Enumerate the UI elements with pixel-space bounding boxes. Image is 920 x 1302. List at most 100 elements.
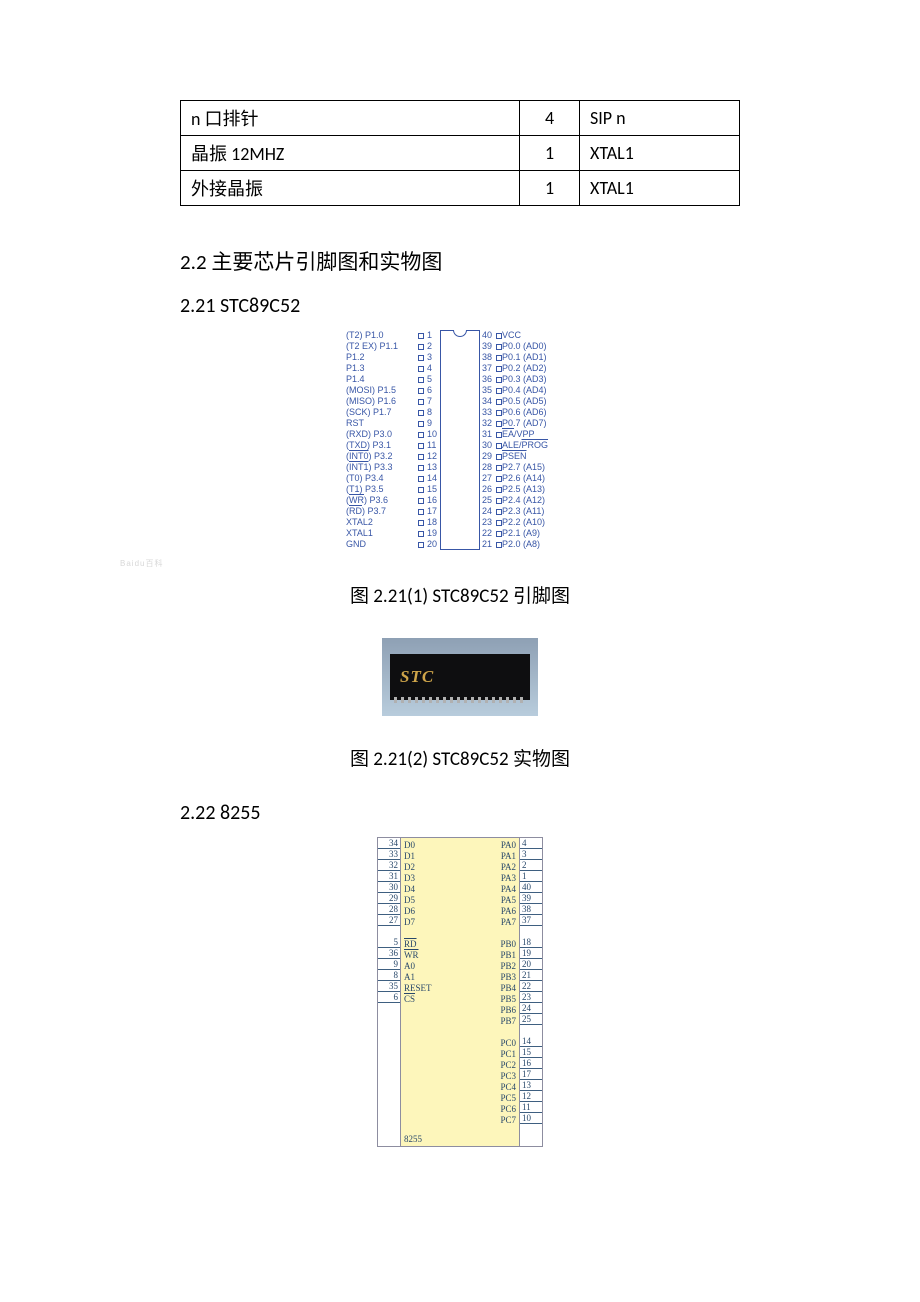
pin-number: 15 xyxy=(520,1047,542,1058)
parts-table: n 口排针4SIP n晶振 12MHZ1XTAL1外接晶振1XTAL1 xyxy=(180,100,740,206)
pin-label: PA4 xyxy=(501,884,516,895)
part-name: 晶振 12MHZ xyxy=(181,136,520,171)
section-2-21-heading: 2.21 STC89C52 xyxy=(180,294,740,318)
pin-label: P0.3 (AD3) xyxy=(502,374,574,385)
stc89c52-photo: STC xyxy=(180,638,740,716)
pin-number: 39 xyxy=(482,341,493,352)
pin-number: 27 xyxy=(482,473,493,484)
pin-label: PA5 xyxy=(501,895,516,906)
pin-number: 37 xyxy=(482,363,493,374)
pin-number: 5 xyxy=(378,937,400,948)
pin-label: PB2 xyxy=(500,961,516,972)
pin-label: PA2 xyxy=(501,862,516,873)
pin-label: XTAL2 xyxy=(346,517,418,528)
pin-label: PB7 xyxy=(500,1016,516,1027)
pin-label: (T2) P1.0 xyxy=(346,330,418,341)
pin-label: (MISO) P1.6 xyxy=(346,396,418,407)
pin-number: 27 xyxy=(378,915,400,926)
pin-label: PSEN xyxy=(502,451,574,462)
pin-label: P0.6 (AD6) xyxy=(502,407,574,418)
pin-number: 3 xyxy=(520,849,542,860)
table-row: 外接晶振1XTAL1 xyxy=(181,171,740,206)
pin-label: PA6 xyxy=(501,906,516,917)
pin-number: 26 xyxy=(482,484,493,495)
pin-label: (INT1) P3.3 xyxy=(346,462,418,473)
pin-label: PC1 xyxy=(500,1049,516,1060)
pin-number: 23 xyxy=(482,517,493,528)
pin-label: PC4 xyxy=(500,1082,516,1093)
section-2-2-heading: 2.2 主要芯片引脚图和实物图 xyxy=(180,246,740,276)
pin-number: 35 xyxy=(378,981,400,992)
part-qty: 1 xyxy=(520,171,580,206)
pin-number: 28 xyxy=(378,904,400,915)
pin-label: D0 xyxy=(404,840,415,851)
pin-label: WR xyxy=(404,950,419,961)
part-name: 外接晶振 xyxy=(181,171,520,206)
pin-label: PC5 xyxy=(500,1093,516,1104)
pin-number: 38 xyxy=(482,352,493,363)
pin-number: 22 xyxy=(520,981,542,992)
pin-label: PC2 xyxy=(500,1060,516,1071)
pin-number: 12 xyxy=(427,451,438,462)
pin-number: 8 xyxy=(378,970,400,981)
pin-number: 16 xyxy=(427,495,438,506)
pin-label: P0.4 (AD4) xyxy=(502,385,574,396)
pin-number: 29 xyxy=(378,893,400,904)
pin-number: 20 xyxy=(427,539,438,550)
pin-number: 25 xyxy=(482,495,493,506)
document-page: n 口排针4SIP n晶振 12MHZ1XTAL1外接晶振1XTAL1 2.2 … xyxy=(0,0,920,1207)
pin-label: D6 xyxy=(404,906,415,917)
pin-number: 9 xyxy=(427,418,438,429)
pin-number: 35 xyxy=(482,385,493,396)
pin-number: 38 xyxy=(520,904,542,915)
pin-label: P1.3 xyxy=(346,363,418,374)
pin-number: 13 xyxy=(520,1080,542,1091)
pin-number: 15 xyxy=(427,484,438,495)
pin-number: 2 xyxy=(520,860,542,871)
pin-label: (WR) P3.6 xyxy=(346,495,418,506)
pin-label: (T2 EX) P1.1 xyxy=(346,341,418,352)
pin-number: 10 xyxy=(427,429,438,440)
part-ref: SIP n xyxy=(580,101,740,136)
pin-label: P0.1 (AD1) xyxy=(502,352,574,363)
pin-number: 6 xyxy=(378,992,400,1003)
table-row: n 口排针4SIP n xyxy=(181,101,740,136)
pin-number: 24 xyxy=(520,1003,542,1014)
pin-number: 19 xyxy=(520,948,542,959)
pin-label: A1 xyxy=(404,972,415,983)
pin-label: P0.0 (AD0) xyxy=(502,341,574,352)
pin-label: PC7 xyxy=(500,1115,516,1126)
pin-number: 9 xyxy=(378,959,400,970)
pin-label: (SCK) P1.7 xyxy=(346,407,418,418)
pin-number: 25 xyxy=(520,1014,542,1025)
pin-number: 18 xyxy=(520,937,542,948)
part-qty: 4 xyxy=(520,101,580,136)
pin-label: RST xyxy=(346,418,418,429)
pin-number: 34 xyxy=(378,838,400,849)
figure-2-21-2-caption: 图 2.21(2) STC89C52 实物图 xyxy=(180,744,740,771)
stc89c52-pinout-diagram: (T2) P1.0(T2 EX) P1.1P1.2P1.3P1.4(MOSI) … xyxy=(180,330,740,550)
pin-number: 30 xyxy=(482,440,493,451)
pin-number: 19 xyxy=(427,528,438,539)
pin-number: 6 xyxy=(427,385,438,396)
section-2-22-heading: 2.22 8255 xyxy=(180,801,740,825)
pin-number: 39 xyxy=(520,893,542,904)
pin-label: A0 xyxy=(404,961,415,972)
pin-label: P1.4 xyxy=(346,374,418,385)
pin-label: (MOSI) P1.5 xyxy=(346,385,418,396)
pin-number: 14 xyxy=(427,473,438,484)
pin-number: 40 xyxy=(520,882,542,893)
pin-number: 37 xyxy=(520,915,542,926)
pin-label: PA1 xyxy=(501,851,516,862)
pin-number: 31 xyxy=(482,429,493,440)
pin-number: 7 xyxy=(427,396,438,407)
pin-number: 1 xyxy=(427,330,438,341)
pin-number: 5 xyxy=(427,374,438,385)
pin-number: 2 xyxy=(427,341,438,352)
pin-number: 11 xyxy=(520,1102,542,1113)
part-ref: XTAL1 xyxy=(580,171,740,206)
pin-number: 31 xyxy=(378,871,400,882)
pin-label: D7 xyxy=(404,917,415,928)
part-name: n 口排针 xyxy=(181,101,520,136)
pin-label: RD xyxy=(404,939,417,950)
